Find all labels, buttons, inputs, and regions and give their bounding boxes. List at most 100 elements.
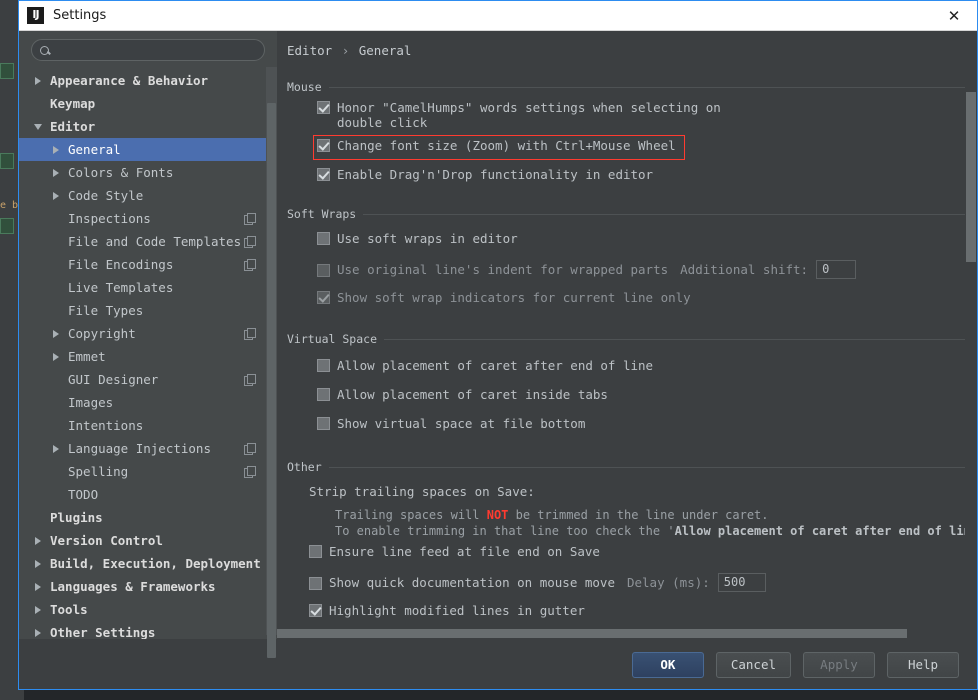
settings-tree[interactable]: Appearance & BehaviorKeymapEditorGeneral… (19, 67, 277, 639)
sidebar-item-build-execution-deployment[interactable]: Build, Execution, Deployment (19, 552, 277, 575)
checkbox-use-original-indent[interactable] (317, 264, 330, 277)
sidebar-item-editor[interactable]: Editor (19, 115, 277, 138)
option-change-font-size[interactable]: Change font size (Zoom) with Ctrl+Mouse … (317, 138, 676, 156)
note-text-bold: Allow placement of caret after end of li… (675, 524, 977, 538)
sidebar-item-keymap[interactable]: Keymap (19, 92, 277, 115)
sidebar-item-language-injections[interactable]: Language Injections (19, 437, 277, 460)
sidebar-item-file-encodings[interactable]: File Encodings (19, 253, 277, 276)
checkbox-caret-inside-tabs[interactable] (317, 388, 330, 401)
option-show-soft-wrap-indicators[interactable]: Show soft wrap indicators for current li… (317, 290, 977, 308)
sidebar-item-version-control[interactable]: Version Control (19, 529, 277, 552)
chevron-down-icon[interactable] (31, 124, 44, 130)
checkbox-use-soft-wraps[interactable] (317, 232, 330, 245)
content-vertical-scrollbar-track[interactable] (965, 66, 977, 639)
sidebar-item-spelling[interactable]: Spelling (19, 460, 277, 483)
chevron-right-icon[interactable] (31, 583, 44, 591)
sidebar-item-todo[interactable]: TODO (19, 483, 277, 506)
group-virtual-space-title: Virtual Space (287, 332, 384, 346)
checkbox-virtual-space-file-bottom[interactable] (317, 417, 330, 430)
option-caret-inside-tabs[interactable]: Allow placement of caret inside tabs (317, 387, 977, 405)
chevron-right-icon[interactable] (31, 537, 44, 545)
chevron-right-icon[interactable] (31, 606, 44, 614)
content-horizontal-scrollbar-thumb[interactable] (277, 629, 907, 638)
sidebar-item-code-style[interactable]: Code Style (19, 184, 277, 207)
sidebar-item-general[interactable]: General (19, 138, 277, 161)
chevron-right-icon[interactable] (31, 629, 44, 637)
chevron-right-icon[interactable] (49, 146, 62, 154)
search-input[interactable] (55, 43, 256, 57)
checkbox-show-quick-documentation[interactable] (309, 577, 322, 590)
sidebar-item-plugins[interactable]: Plugins (19, 506, 277, 529)
copy-settings-icon[interactable] (244, 466, 255, 477)
sidebar-item-file-and-code-templates[interactable]: File and Code Templates (19, 230, 277, 253)
background-tab-2 (0, 153, 14, 169)
option-caret-after-end-of-line[interactable]: Allow placement of caret after end of li… (317, 358, 977, 376)
option-highlight-modified-lines[interactable]: Highlight modified lines in gutter (309, 603, 977, 621)
option-label: Highlight modified lines in gutter (329, 603, 585, 618)
sidebar-item-gui-designer[interactable]: GUI Designer (19, 368, 277, 391)
option-enable-dragndrop[interactable]: Enable Drag'n'Drop functionality in edit… (317, 167, 977, 185)
background-tab-3 (0, 218, 14, 234)
breadcrumb-root[interactable]: Editor (287, 43, 332, 58)
copy-settings-icon[interactable] (244, 259, 255, 270)
copy-settings-icon[interactable] (244, 374, 255, 385)
checkbox-highlight-modified-lines[interactable] (309, 604, 322, 617)
ok-button[interactable]: OK (632, 652, 704, 678)
sidebar-item-label: File Types (68, 303, 143, 318)
checkbox-change-font-size[interactable] (317, 139, 330, 152)
settings-dialog: IJ Settings ✕ Appearance & BehaviorKeyma… (18, 0, 978, 690)
checkbox-honor-camelhumps[interactable] (317, 101, 330, 114)
search-box[interactable] (31, 39, 265, 61)
chevron-right-icon[interactable] (31, 77, 44, 85)
sidebar-item-other-settings[interactable]: Other Settings (19, 621, 277, 639)
trailing-spaces-note-line1: Trailing spaces will NOT be trimmed in t… (335, 507, 977, 523)
sidebar-item-appearance-behavior[interactable]: Appearance & Behavior (19, 69, 277, 92)
sidebar-item-label: Spelling (68, 464, 128, 479)
copy-settings-icon[interactable] (244, 443, 255, 454)
content-vertical-scrollbar-thumb[interactable] (966, 92, 976, 262)
chevron-right-icon[interactable] (49, 169, 62, 177)
content-horizontal-scrollbar-track[interactable] (277, 628, 965, 639)
sidebar-item-copyright[interactable]: Copyright (19, 322, 277, 345)
cancel-button[interactable]: Cancel (716, 652, 791, 678)
chevron-right-icon[interactable] (31, 560, 44, 568)
checkbox-ensure-line-feed[interactable] (309, 545, 322, 558)
highlight-box-change-font-size: Change font size (Zoom) with Ctrl+Mouse … (313, 135, 685, 160)
chevron-right-icon[interactable] (49, 330, 62, 338)
checkbox-caret-after-end-of-line[interactable] (317, 359, 330, 372)
sidebar-item-tools[interactable]: Tools (19, 598, 277, 621)
copy-settings-icon[interactable] (244, 328, 255, 339)
sidebar-item-emmet[interactable]: Emmet (19, 345, 277, 368)
option-virtual-space-file-bottom[interactable]: Show virtual space at file bottom (317, 416, 977, 434)
sidebar-item-languages-frameworks[interactable]: Languages & Frameworks (19, 575, 277, 598)
option-use-original-indent[interactable]: Use original line's indent for wrapped p… (317, 260, 977, 279)
sidebar-item-inspections[interactable]: Inspections (19, 207, 277, 230)
dialog-titlebar: IJ Settings ✕ (19, 1, 977, 31)
additional-shift-input[interactable]: 0 (816, 260, 856, 279)
sidebar-item-file-types[interactable]: File Types (19, 299, 277, 322)
search-icon (40, 46, 49, 55)
chevron-right-icon[interactable] (49, 353, 62, 361)
sidebar-item-intentions[interactable]: Intentions (19, 414, 277, 437)
sidebar-item-live-templates[interactable]: Live Templates (19, 276, 277, 299)
delay-input[interactable]: 500 (718, 573, 766, 592)
help-button[interactable]: Help (887, 652, 959, 678)
chevron-right-icon[interactable] (49, 445, 62, 453)
sidebar-item-colors-fonts[interactable]: Colors & Fonts (19, 161, 277, 184)
breadcrumb-separator-icon: › (340, 43, 352, 58)
checkbox-show-soft-wrap-indicators[interactable] (317, 291, 330, 304)
option-honor-camelhumps[interactable]: Honor "CamelHumps" words settings when s… (317, 100, 977, 130)
option-ensure-line-feed[interactable]: Ensure line feed at file end on Save (309, 544, 977, 562)
sidebar-scrollbar-track[interactable] (266, 67, 277, 635)
chevron-right-icon[interactable] (49, 192, 62, 200)
sidebar-scrollbar-thumb[interactable] (267, 103, 276, 658)
option-use-soft-wraps[interactable]: Use soft wraps in editor (317, 231, 977, 249)
apply-button[interactable]: Apply (803, 652, 875, 678)
checkbox-enable-dragndrop[interactable] (317, 168, 330, 181)
copy-settings-icon[interactable] (244, 236, 255, 247)
sidebar-item-images[interactable]: Images (19, 391, 277, 414)
option-show-quick-documentation[interactable]: Show quick documentation on mouse move D… (309, 573, 977, 592)
option-label: Use original line's indent for wrapped p… (337, 262, 668, 277)
copy-settings-icon[interactable] (244, 213, 255, 224)
close-icon[interactable]: ✕ (931, 1, 977, 31)
